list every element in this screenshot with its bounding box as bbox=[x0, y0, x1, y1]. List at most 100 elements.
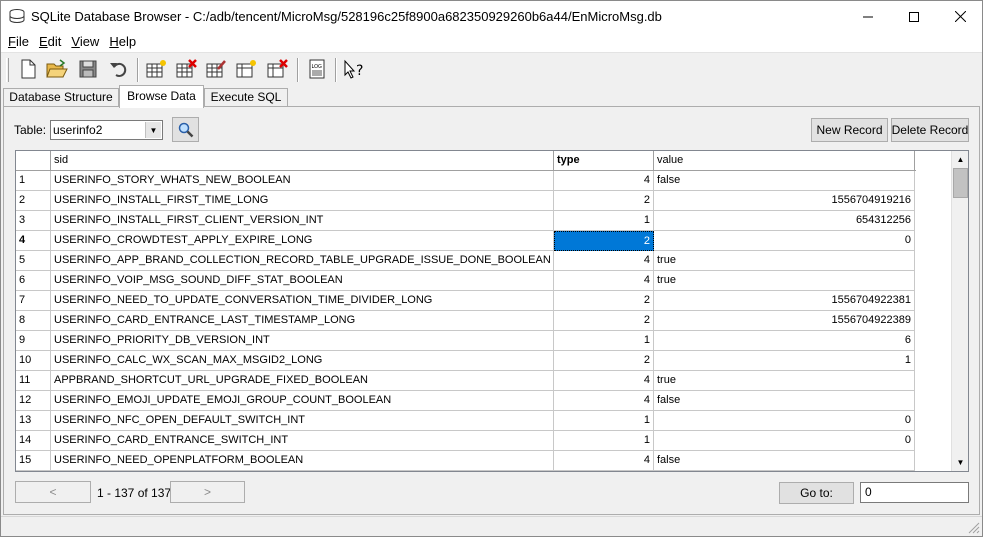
whats-this-button[interactable]: ? bbox=[343, 57, 367, 81]
cell-value[interactable]: 1 bbox=[654, 351, 915, 371]
cell-sid[interactable]: USERINFO_PRIORITY_DB_VERSION_INT bbox=[51, 331, 554, 351]
goto-input[interactable]: 0 bbox=[860, 482, 969, 503]
cell-value[interactable]: 1556704922381 bbox=[654, 291, 915, 311]
cell-type[interactable]: 4 bbox=[554, 391, 654, 411]
table-row[interactable]: 8 USERINFO_CARD_ENTRANCE_LAST_TIMESTAMP_L… bbox=[16, 311, 916, 331]
previous-page-button[interactable]: < bbox=[15, 481, 91, 503]
column-header-sid[interactable]: sid bbox=[51, 151, 554, 170]
minimize-button[interactable] bbox=[845, 1, 891, 32]
table-row[interactable]: 6 USERINFO_VOIP_MSG_SOUND_DIFF_STAT_BOOLE… bbox=[16, 271, 916, 291]
row-number[interactable]: 11 bbox=[16, 371, 51, 391]
table-select[interactable]: userinfo2 ▼ bbox=[50, 120, 163, 140]
cell-sid[interactable]: USERINFO_NEED_TO_UPDATE_CONVERSATION_TIM… bbox=[51, 291, 554, 311]
modify-table-button[interactable] bbox=[204, 57, 228, 81]
cell-sid[interactable]: USERINFO_APP_BRAND_COLLECTION_RECORD_TAB… bbox=[51, 251, 554, 271]
cell-type[interactable]: 2 bbox=[554, 311, 654, 331]
cell-sid[interactable]: USERINFO_CARD_ENTRANCE_SWITCH_INT bbox=[51, 431, 554, 451]
row-number[interactable]: 13 bbox=[16, 411, 51, 431]
cell-value[interactable]: 1556704922389 bbox=[654, 311, 915, 331]
cell-sid[interactable]: USERINFO_INSTALL_FIRST_CLIENT_VERSION_IN… bbox=[51, 211, 554, 231]
cell-type[interactable]: 2 bbox=[554, 291, 654, 311]
cell-type[interactable]: 2 bbox=[554, 191, 654, 211]
column-header-type[interactable]: type bbox=[554, 151, 654, 170]
cell-type[interactable]: 1 bbox=[554, 431, 654, 451]
sql-log-button[interactable]: LOG bbox=[305, 57, 329, 81]
table-row[interactable]: 12 USERINFO_EMOJI_UPDATE_EMOJI_GROUP_COUN… bbox=[16, 391, 916, 411]
cell-value[interactable]: false bbox=[654, 391, 915, 411]
cell-type[interactable]: 4 bbox=[554, 271, 654, 291]
table-row[interactable]: 10 USERINFO_CALC_WX_SCAN_MAX_MSGID2_LONG 2… bbox=[16, 351, 916, 371]
resize-grip-icon[interactable] bbox=[968, 522, 980, 534]
cell-type[interactable]: 2 bbox=[554, 231, 654, 251]
create-index-button[interactable] bbox=[234, 57, 258, 81]
row-number[interactable]: 8 bbox=[16, 311, 51, 331]
delete-index-button[interactable] bbox=[265, 57, 289, 81]
scroll-down-icon[interactable]: ▼ bbox=[952, 454, 968, 471]
scroll-thumb[interactable] bbox=[953, 168, 968, 198]
cell-type[interactable]: 2 bbox=[554, 351, 654, 371]
table-row[interactable]: 11 APPBRAND_SHORTCUT_URL_UPGRADE_FIXED_BO… bbox=[16, 371, 916, 391]
cell-value[interactable]: 0 bbox=[654, 231, 915, 251]
cell-type[interactable]: 4 bbox=[554, 251, 654, 271]
save-button[interactable] bbox=[76, 57, 100, 81]
new-record-button[interactable]: New Record bbox=[811, 118, 888, 142]
cell-sid[interactable]: USERINFO_EMOJI_UPDATE_EMOJI_GROUP_COUNT_… bbox=[51, 391, 554, 411]
cell-value[interactable]: 0 bbox=[654, 411, 915, 431]
cell-type[interactable]: 1 bbox=[554, 331, 654, 351]
table-row[interactable]: 1 USERINFO_STORY_WHATS_NEW_BOOLEAN 4 false bbox=[16, 171, 916, 191]
row-number[interactable]: 2 bbox=[16, 191, 51, 211]
row-number[interactable]: 5 bbox=[16, 251, 51, 271]
row-number[interactable]: 12 bbox=[16, 391, 51, 411]
cell-sid[interactable]: USERINFO_CROWDTEST_APPLY_EXPIRE_LONG bbox=[51, 231, 554, 251]
column-header-value[interactable]: value bbox=[654, 151, 915, 170]
row-number[interactable]: 1 bbox=[16, 171, 51, 191]
menu-file[interactable]: File bbox=[3, 32, 34, 52]
row-number[interactable]: 6 bbox=[16, 271, 51, 291]
tab-browse-data[interactable]: Browse Data bbox=[119, 85, 204, 108]
row-number[interactable]: 14 bbox=[16, 431, 51, 451]
table-row[interactable]: 7 USERINFO_NEED_TO_UPDATE_CONVERSATION_TI… bbox=[16, 291, 916, 311]
row-number[interactable]: 4 bbox=[16, 231, 51, 251]
cell-value[interactable]: 6 bbox=[654, 331, 915, 351]
cell-value[interactable]: false bbox=[654, 451, 915, 471]
dropdown-arrow-icon[interactable]: ▼ bbox=[145, 122, 161, 138]
table-row[interactable]: 3 USERINFO_INSTALL_FIRST_CLIENT_VERSION_I… bbox=[16, 211, 916, 231]
row-number[interactable]: 9 bbox=[16, 331, 51, 351]
cell-value[interactable]: false bbox=[654, 171, 915, 191]
cell-sid[interactable]: USERINFO_STORY_WHATS_NEW_BOOLEAN bbox=[51, 171, 554, 191]
row-number[interactable]: 10 bbox=[16, 351, 51, 371]
cell-sid[interactable]: APPBRAND_SHORTCUT_URL_UPGRADE_FIXED_BOOL… bbox=[51, 371, 554, 391]
scroll-up-icon[interactable]: ▲ bbox=[952, 151, 968, 168]
next-page-button[interactable]: > bbox=[170, 481, 245, 503]
undo-button[interactable] bbox=[106, 57, 130, 81]
table-row[interactable]: 9 USERINFO_PRIORITY_DB_VERSION_INT 1 6 bbox=[16, 331, 916, 351]
cell-sid[interactable]: USERINFO_CARD_ENTRANCE_LAST_TIMESTAMP_LO… bbox=[51, 311, 554, 331]
cell-type[interactable]: 4 bbox=[554, 371, 654, 391]
vertical-scrollbar[interactable]: ▲ ▼ bbox=[951, 151, 968, 471]
goto-button[interactable]: Go to: bbox=[779, 482, 854, 504]
row-number[interactable]: 7 bbox=[16, 291, 51, 311]
table-row[interactable]: 15 USERINFO_NEED_OPENPLATFORM_BOOLEAN 4 fal… bbox=[16, 451, 916, 471]
table-row[interactable]: 14 USERINFO_CARD_ENTRANCE_SWITCH_INT 1 0 bbox=[16, 431, 916, 451]
cell-type[interactable]: 4 bbox=[554, 171, 654, 191]
cell-sid[interactable]: USERINFO_NFC_OPEN_DEFAULT_SWITCH_INT bbox=[51, 411, 554, 431]
create-table-button[interactable] bbox=[144, 57, 168, 81]
tab-database-structure[interactable]: Database Structure bbox=[3, 88, 119, 107]
cell-type[interactable]: 1 bbox=[554, 411, 654, 431]
table-row[interactable]: 5 USERINFO_APP_BRAND_COLLECTION_RECORD_TA… bbox=[16, 251, 916, 271]
row-number[interactable]: 15 bbox=[16, 451, 51, 471]
cell-sid[interactable]: USERINFO_CALC_WX_SCAN_MAX_MSGID2_LONG bbox=[51, 351, 554, 371]
cell-type[interactable]: 1 bbox=[554, 211, 654, 231]
close-button[interactable] bbox=[937, 1, 983, 32]
delete-table-button[interactable] bbox=[174, 57, 198, 81]
search-button[interactable] bbox=[172, 117, 199, 142]
tab-execute-sql[interactable]: Execute SQL bbox=[204, 88, 288, 107]
menu-help[interactable]: Help bbox=[104, 32, 141, 52]
table-row[interactable]: 13 USERINFO_NFC_OPEN_DEFAULT_SWITCH_INT 1 0 bbox=[16, 411, 916, 431]
menu-view[interactable]: View bbox=[66, 32, 104, 52]
new-database-button[interactable] bbox=[16, 57, 40, 81]
cell-sid[interactable]: USERINFO_VOIP_MSG_SOUND_DIFF_STAT_BOOLEA… bbox=[51, 271, 554, 291]
cell-value[interactable]: 0 bbox=[654, 431, 915, 451]
cell-sid[interactable]: USERINFO_INSTALL_FIRST_TIME_LONG bbox=[51, 191, 554, 211]
cell-value[interactable]: true bbox=[654, 251, 915, 271]
